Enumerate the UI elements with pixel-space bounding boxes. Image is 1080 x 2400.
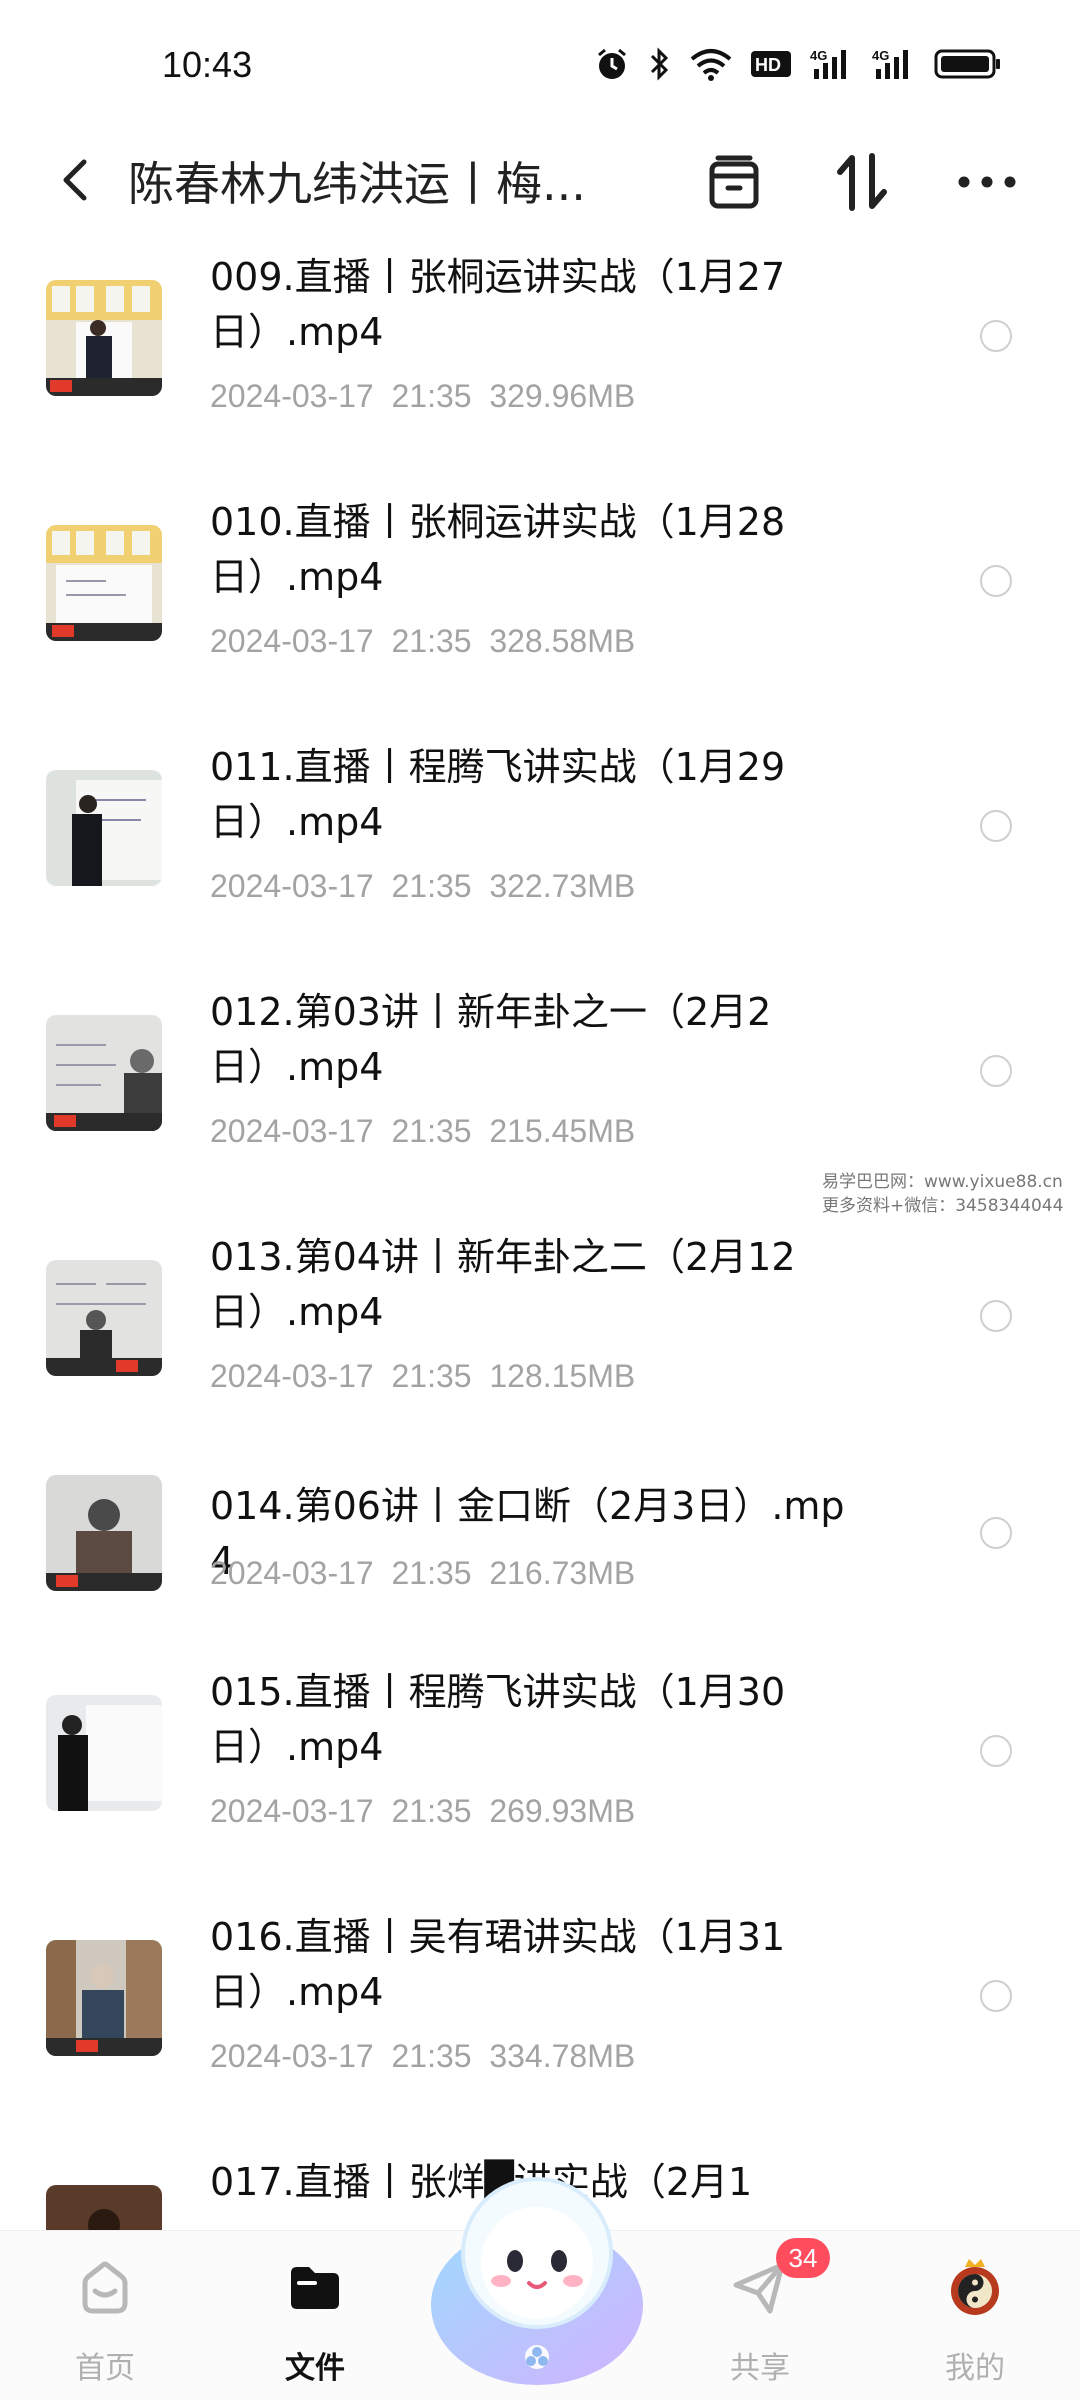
file-size: 329.96MB	[489, 378, 636, 414]
mascot-icon	[431, 2177, 643, 2385]
alarm-icon	[598, 48, 626, 79]
file-date: 2024-03-17 21:35	[210, 1358, 472, 1394]
file-size: 128.15MB	[489, 1358, 636, 1394]
file-name: 011.直播丨程腾飞讲实战（1月29日）.mp4	[210, 745, 786, 844]
file-size: 322.73MB	[489, 868, 636, 904]
file-meta: 2024-03-17 21:35 269.93MB	[210, 1793, 635, 1830]
nav-home[interactable]: 首页	[35, 2231, 175, 2400]
more-button[interactable]	[955, 150, 1019, 214]
video-thumbnail	[46, 2185, 162, 2230]
file-name: 016.直播丨吴有珺讲实战（1月31日）.mp4	[210, 1915, 786, 2014]
file-row[interactable]: 015.直播丨程腾飞讲实战（1月30日）.mp4 2024-03-17 21:3…	[0, 1645, 1080, 1890]
select-radio[interactable]	[980, 1300, 1012, 1332]
file-name: 015.直播丨程腾飞讲实战（1月30日）.mp4	[210, 1670, 786, 1769]
file-meta: 2024-03-17 21:35 334.78MB	[210, 2038, 635, 2075]
file-date: 2024-03-17 21:35	[210, 1793, 472, 1829]
home-icon	[82, 2261, 128, 2314]
status-bar: 10:43 HD 4G 4G	[0, 0, 1080, 130]
file-row[interactable]: 009.直播丨张桐运讲实战（1月27日）.mp4 2024-03-17 21:3…	[0, 230, 1080, 475]
video-thumbnail	[46, 1475, 162, 1591]
video-thumbnail	[46, 1260, 162, 1376]
file-size: 215.45MB	[489, 1113, 636, 1149]
file-meta: 2024-03-17 21:35 322.73MB	[210, 868, 635, 905]
file-row[interactable]: 011.直播丨程腾飞讲实战（1月29日）.mp4 2024-03-17 21:3…	[0, 720, 1080, 965]
file-meta: 2024-03-17 21:35 215.45MB	[210, 1113, 635, 1150]
watermark-line1: 易学巴巴网：www.yixue88.cn	[822, 1172, 1063, 1192]
file-row[interactable]: 014.第06讲丨金口断（2月3日）.mp4 2024-03-17 21:35 …	[0, 1455, 1080, 1645]
file-date: 2024-03-17 21:35	[210, 1555, 472, 1591]
nav-home-label: 首页	[75, 2351, 135, 2386]
file-name: 010.直播丨张桐运讲实战（1月28日）.mp4	[210, 500, 786, 599]
file-meta: 2024-03-17 21:35 128.15MB	[210, 1358, 635, 1395]
file-meta: 2024-03-17 21:35 216.73MB	[210, 1555, 635, 1592]
video-thumbnail	[46, 280, 162, 396]
file-size: 269.93MB	[489, 1793, 636, 1829]
select-radio[interactable]	[980, 565, 1012, 597]
back-button[interactable]	[50, 152, 100, 208]
chevron-left-icon	[63, 159, 87, 201]
video-thumbnail	[46, 525, 162, 641]
hd-icon: HD	[751, 51, 791, 77]
folder-title: 陈春林九纬洪运丨梅...	[128, 157, 586, 211]
file-name: 012.第03讲丨新年卦之一（2月2日）.mp4	[210, 990, 772, 1089]
video-thumbnail	[46, 1940, 162, 2056]
status-time: 10:43	[162, 44, 253, 85]
hd-label: HD	[755, 55, 781, 75]
select-radio[interactable]	[980, 1517, 1012, 1549]
file-name: 013.第04讲丨新年卦之二（2月12日）.mp4	[210, 1235, 796, 1334]
file-meta: 2024-03-17 21:35 329.96MB	[210, 378, 635, 415]
video-thumbnail	[46, 1695, 162, 1811]
video-thumbnail	[46, 1015, 162, 1131]
archive-icon	[709, 155, 759, 209]
nav-files[interactable]: 文件	[245, 2231, 385, 2400]
nav-share-label: 共享	[730, 2351, 790, 2386]
share-badge: 34	[776, 2238, 830, 2278]
file-size: 328.58MB	[489, 623, 636, 659]
file-name: 009.直播丨张桐运讲实战（1月27日）.mp4	[210, 255, 786, 354]
sort-button[interactable]	[830, 150, 894, 214]
status-icons: HD 4G 4G	[594, 46, 1002, 82]
select-radio[interactable]	[980, 1055, 1012, 1087]
select-radio[interactable]	[980, 1735, 1012, 1767]
sort-icon	[837, 153, 887, 211]
file-row[interactable]: 010.直播丨张桐运讲实战（1月28日）.mp4 2024-03-17 21:3…	[0, 475, 1080, 720]
signal-4g-icon: 4G	[872, 48, 908, 79]
signal-4g-icon: 4G	[810, 48, 846, 79]
file-row[interactable]: 016.直播丨吴有珺讲实战（1月31日）.mp4 2024-03-17 21:3…	[0, 1890, 1080, 2135]
watermark-line2: 更多资料+微信：3458344044	[822, 1196, 1064, 1216]
nav-profile-label: 我的	[945, 2351, 1005, 2386]
nav-files-label: 文件	[285, 2351, 345, 2386]
watermark: 易学巴巴网：www.yixue88.cn 更多资料+微信：3458344044	[822, 1170, 1063, 1218]
file-size: 334.78MB	[489, 2038, 636, 2074]
file-size: 216.73MB	[489, 1555, 636, 1591]
file-date: 2024-03-17 21:35	[210, 868, 472, 904]
file-row[interactable]: 013.第04讲丨新年卦之二（2月12日）.mp4 2024-03-17 21:…	[0, 1210, 1080, 1455]
archive-button[interactable]	[702, 150, 766, 214]
mascot-button[interactable]	[425, 2165, 650, 2400]
file-meta: 2024-03-17 21:35 328.58MB	[210, 623, 635, 660]
nav-profile[interactable]: 我的	[905, 2231, 1045, 2400]
file-date: 2024-03-17 21:35	[210, 378, 472, 414]
bluetooth-icon	[650, 47, 669, 81]
file-date: 2024-03-17 21:35	[210, 1113, 472, 1149]
file-date: 2024-03-17 21:35	[210, 2038, 472, 2074]
battery-icon	[934, 49, 1000, 79]
wifi-icon	[690, 49, 732, 81]
folder-icon	[291, 2267, 339, 2309]
title-bar: 陈春林九纬洪运丨梅...	[0, 130, 1080, 230]
file-date: 2024-03-17 21:35	[210, 623, 472, 659]
video-thumbnail	[46, 770, 162, 886]
file-list[interactable]: 009.直播丨张桐运讲实战（1月27日）.mp4 2024-03-17 21:3…	[0, 230, 1080, 2230]
net1-label: 4G	[810, 48, 827, 63]
select-radio[interactable]	[980, 320, 1012, 352]
net2-label: 4G	[872, 48, 889, 63]
more-icon	[958, 176, 1016, 188]
select-radio[interactable]	[980, 810, 1012, 842]
profile-avatar-icon	[951, 2259, 999, 2315]
select-radio[interactable]	[980, 1980, 1012, 2012]
